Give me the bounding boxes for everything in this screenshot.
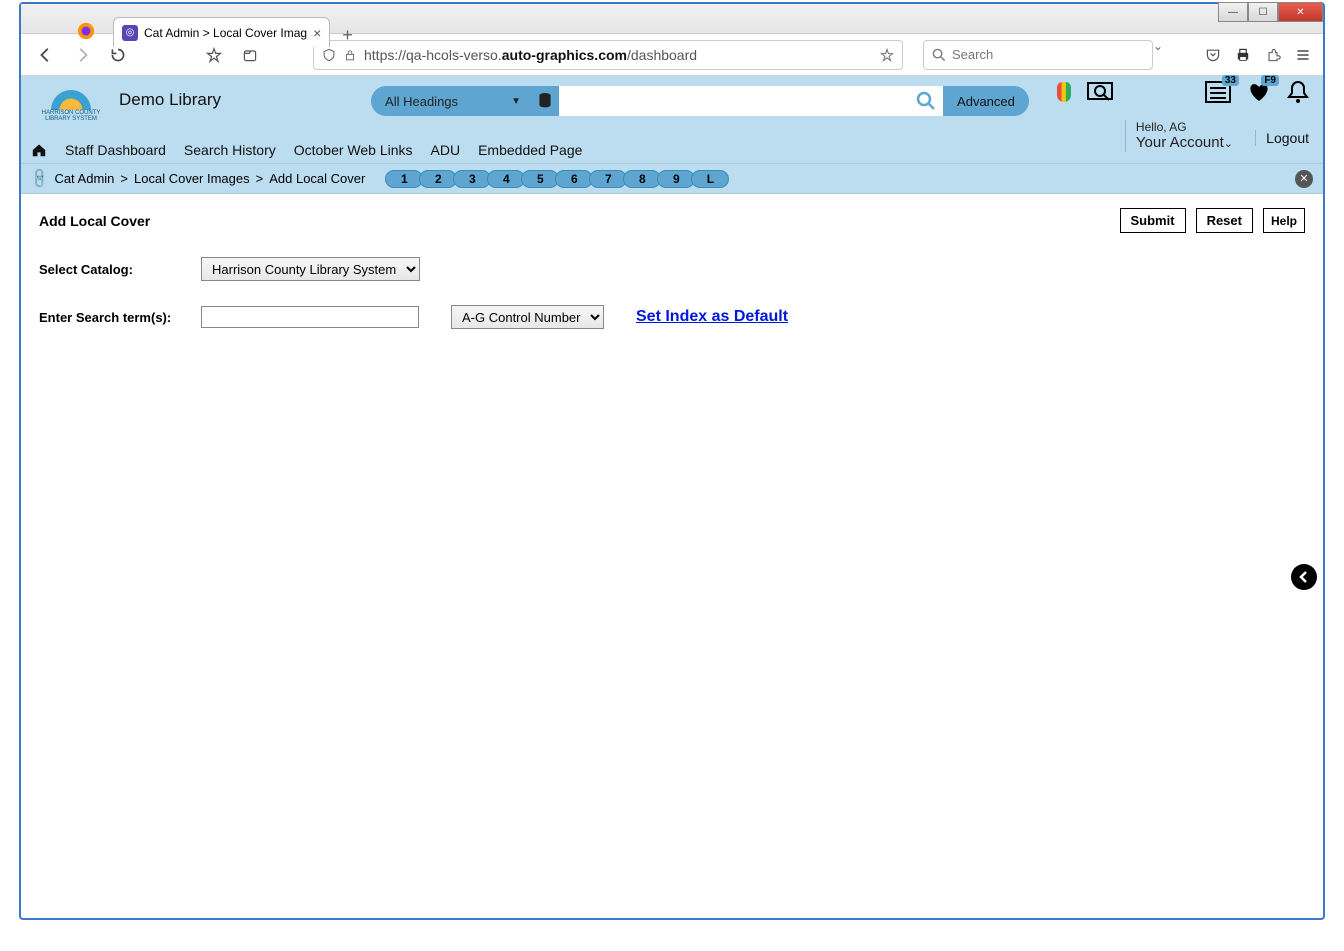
- catalog-search-button[interactable]: [909, 86, 943, 116]
- crumb-cat-admin[interactable]: Cat Admin: [54, 171, 114, 186]
- bookmark-page-icon[interactable]: [880, 48, 894, 62]
- list-icon[interactable]: 33: [1205, 81, 1231, 103]
- app-menu-icon[interactable]: [1295, 47, 1311, 63]
- page-pill[interactable]: 6: [555, 170, 593, 188]
- logout-link[interactable]: Logout: [1255, 130, 1309, 146]
- side-expand-icon[interactable]: [1291, 564, 1317, 590]
- page-pill[interactable]: 8: [623, 170, 661, 188]
- catalog-select[interactable]: Harrison County Library System: [201, 257, 420, 281]
- tabs-dropdown-icon[interactable]: ⌄: [1153, 39, 1163, 53]
- search-scope-dropdown[interactable]: All Headings ▼: [371, 86, 531, 116]
- hello-text: Hello, AG: [1136, 120, 1233, 134]
- tab-title: Cat Admin > Local Cover Imag: [144, 26, 307, 40]
- chain-icon: 🔗: [28, 166, 52, 190]
- heart-icon[interactable]: F9: [1247, 81, 1271, 103]
- library-logo[interactable]: HARRISON COUNTY LIBRARY SYSTEM: [31, 82, 111, 130]
- search-placeholder: Search: [952, 47, 993, 62]
- tab-favicon: ◎: [122, 25, 138, 41]
- browser-window: ◎ Cat Admin > Local Cover Imag × + ⌄ — ☐…: [19, 2, 1325, 920]
- nav-search-history[interactable]: Search History: [184, 142, 276, 158]
- print-icon[interactable]: [1235, 47, 1251, 63]
- reset-button[interactable]: Reset: [1196, 208, 1253, 233]
- window-maximize-button[interactable]: ☐: [1248, 2, 1278, 22]
- window-minimize-button[interactable]: —: [1218, 2, 1248, 22]
- select-catalog-label: Select Catalog:: [39, 262, 189, 277]
- url-text: https://qa-hcols-verso.auto-graphics.com…: [364, 47, 872, 63]
- library-title: Demo Library: [119, 90, 221, 110]
- search-scope-label: All Headings: [385, 94, 458, 109]
- account-block[interactable]: Hello, AG Your Account⌄: [1125, 120, 1233, 152]
- page-pill[interactable]: 2: [419, 170, 457, 188]
- home-icon[interactable]: [31, 143, 47, 157]
- search-terms-input[interactable]: [201, 306, 419, 328]
- set-index-default-link[interactable]: Set Index as Default: [636, 308, 788, 326]
- chevron-down-icon: ⌄: [1224, 138, 1233, 150]
- page-title: Add Local Cover: [39, 213, 150, 229]
- forward-button[interactable]: [69, 42, 95, 68]
- page-pill[interactable]: 9: [657, 170, 695, 188]
- page-content: Add Local Cover Submit Reset Help Select…: [21, 194, 1323, 343]
- account-label: Your Account: [1136, 134, 1224, 151]
- extensions-icon[interactable]: [1265, 47, 1281, 63]
- breadcrumb-bar: 🔗 Cat Admin > Local Cover Images > Add L…: [21, 164, 1323, 194]
- database-icon[interactable]: [531, 86, 559, 116]
- advanced-search-button[interactable]: Advanced: [943, 86, 1029, 116]
- nav-adu[interactable]: ADU: [431, 142, 461, 158]
- crumb-add-local-cover[interactable]: Add Local Cover: [269, 171, 365, 186]
- shield-icon: [322, 48, 336, 62]
- browser-search-box[interactable]: Search: [923, 40, 1153, 70]
- tab-close-icon[interactable]: ×: [313, 25, 321, 41]
- enter-terms-label: Enter Search term(s):: [39, 310, 189, 325]
- address-bar[interactable]: https://qa-hcols-verso.auto-graphics.com…: [313, 40, 903, 70]
- window-close-button[interactable]: ✕: [1278, 2, 1323, 22]
- logo-text2: LIBRARY SYSTEM: [45, 116, 97, 122]
- search-icon: [932, 48, 946, 62]
- bell-icon[interactable]: [1287, 80, 1309, 104]
- advanced-label: Advanced: [957, 94, 1015, 109]
- page-pill[interactable]: 7: [589, 170, 627, 188]
- chevron-down-icon: ▼: [511, 96, 521, 107]
- page-pill[interactable]: 4: [487, 170, 525, 188]
- window-titlebar: ◎ Cat Admin > Local Cover Imag × + ⌄ — ☐…: [21, 4, 1323, 34]
- help-button[interactable]: Help: [1263, 208, 1305, 233]
- back-button[interactable]: [33, 42, 59, 68]
- nav-embedded-page[interactable]: Embedded Page: [478, 142, 582, 158]
- browser-tab[interactable]: ◎ Cat Admin > Local Cover Imag ×: [113, 17, 330, 47]
- page-pill[interactable]: 1: [385, 170, 423, 188]
- index-select[interactable]: A-G Control Number: [451, 305, 604, 329]
- catalog-search-input[interactable]: [559, 86, 909, 116]
- pocket-icon[interactable]: [1205, 47, 1221, 63]
- new-tab-button[interactable]: +: [336, 25, 359, 46]
- page-pill[interactable]: L: [691, 170, 729, 188]
- nav-staff-dashboard[interactable]: Staff Dashboard: [65, 142, 166, 158]
- scan-icon[interactable]: [1087, 80, 1113, 104]
- firefox-icon: [77, 22, 95, 40]
- balloon-icon[interactable]: [1057, 82, 1071, 102]
- lock-icon: [344, 48, 356, 62]
- list-badge: 33: [1222, 75, 1239, 86]
- crumb-local-cover-images[interactable]: Local Cover Images: [134, 171, 250, 186]
- heart-badge: F9: [1261, 75, 1279, 86]
- page-pill[interactable]: 5: [521, 170, 559, 188]
- page-pills: 1 2 3 4 5 6 7 8 9 L: [389, 170, 729, 188]
- nav-october-links[interactable]: October Web Links: [294, 142, 413, 158]
- page-pill[interactable]: 3: [453, 170, 491, 188]
- close-panel-icon[interactable]: ✕: [1295, 170, 1313, 188]
- main-nav: Staff Dashboard Search History October W…: [21, 136, 1323, 164]
- submit-button[interactable]: Submit: [1120, 208, 1186, 233]
